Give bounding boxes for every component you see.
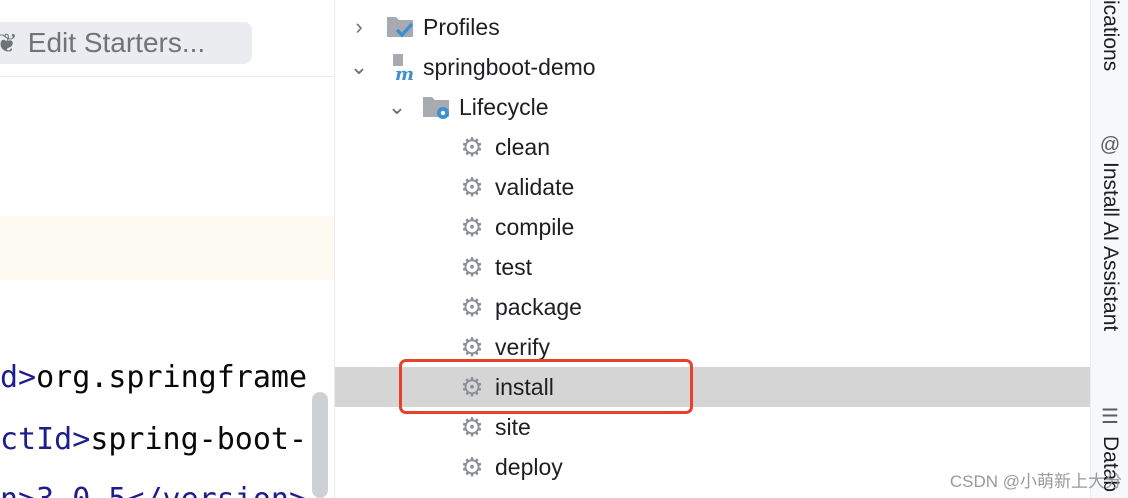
phase-label: validate: [495, 173, 575, 200]
phase-label: clean: [495, 133, 550, 160]
lifecycle-phase-package[interactable]: ⚙ package: [335, 287, 1091, 327]
editor-scrollbar[interactable]: [312, 392, 328, 498]
phase-label: install: [495, 373, 554, 400]
profiles-label: Profiles: [423, 13, 500, 40]
code-line: d>org.springframe: [0, 360, 308, 395]
lifecycle-phase-verify[interactable]: ⚙ verify: [335, 327, 1091, 367]
lifecycle-phase-clean[interactable]: ⚙ clean: [335, 127, 1091, 167]
gear-icon: ⚙: [460, 372, 484, 402]
csdn-watermark: CSDN @小萌新上大分: [949, 472, 1122, 491]
editor-divider: [0, 76, 334, 77]
gear-icon: ⚙: [460, 412, 484, 442]
phase-label: verify: [495, 333, 550, 360]
chevron-down-icon[interactable]: ⌄: [385, 94, 409, 120]
project-label: springboot-demo: [423, 53, 596, 80]
code-line: ctId>spring-boot-: [0, 422, 308, 457]
gear-icon: ⚙: [460, 252, 484, 282]
lifecycle-phase-test[interactable]: ⚙ test: [335, 247, 1091, 287]
tree-node-project[interactable]: ⌄ m springboot-demo: [335, 47, 1091, 87]
gear-icon: ⚙: [460, 212, 484, 242]
lifecycle-folder-icon: [421, 92, 451, 122]
edit-starters-label: Edit Starters...: [27, 27, 206, 58]
phase-label: site: [495, 413, 531, 440]
tree-node-lifecycle[interactable]: ⌄ Lifecycle: [335, 87, 1091, 127]
code-editor[interactable]: ❦ Edit Starters... d>org.springframe ctI…: [0, 0, 334, 498]
tree-node-profiles[interactable]: › Profiles: [335, 7, 1091, 47]
svg-text:m: m: [395, 64, 414, 82]
spring-leaf-icon: ❦: [0, 27, 18, 58]
lifecycle-phase-site[interactable]: ⚙ site: [335, 407, 1091, 447]
database-icon[interactable]: ☰: [1101, 404, 1119, 429]
lifecycle-phase-compile[interactable]: ⚙ compile: [335, 207, 1091, 247]
notifications-tab[interactable]: ications: [1098, 0, 1122, 71]
current-line-highlight: [0, 216, 334, 280]
edit-starters-button[interactable]: ❦ Edit Starters...: [0, 22, 252, 64]
chevron-right-icon[interactable]: ›: [347, 14, 371, 40]
phase-label: package: [495, 293, 582, 320]
gear-icon: ⚙: [460, 452, 484, 482]
gear-icon: ⚙: [460, 132, 484, 162]
phase-label: test: [495, 253, 533, 280]
ai-assistant-tab[interactable]: Install AI Assistant: [1098, 162, 1122, 331]
right-tool-strip: ications @ Install AI Assistant ☰ Datab: [1090, 0, 1128, 498]
phase-label: compile: [495, 213, 575, 240]
maven-tool-window: › Profiles ⌄ m springboot-demo ⌄ Lifecyc…: [334, 0, 1091, 498]
phase-label: deploy: [495, 453, 563, 480]
lifecycle-phase-validate[interactable]: ⚙ validate: [335, 167, 1091, 207]
profiles-folder-icon: [385, 12, 415, 42]
lifecycle-phase-install[interactable]: ⚙ install: [335, 367, 1091, 407]
gear-icon: ⚙: [460, 172, 484, 202]
gear-icon: ⚙: [460, 292, 484, 322]
ai-assistant-icon[interactable]: @: [1100, 134, 1120, 157]
code-line: n>3.0.5</version>: [0, 478, 307, 498]
maven-module-icon: m: [385, 52, 415, 82]
lifecycle-label: Lifecycle: [459, 93, 549, 120]
gear-icon: ⚙: [460, 332, 484, 362]
chevron-down-icon[interactable]: ⌄: [347, 54, 371, 80]
